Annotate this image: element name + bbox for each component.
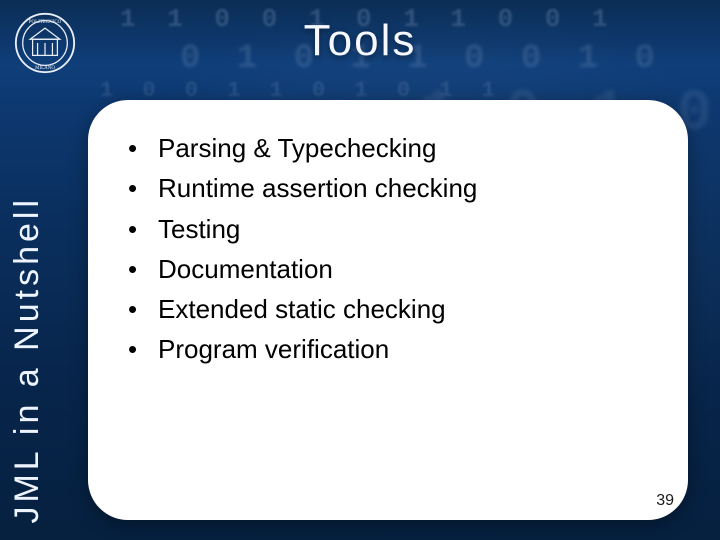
list-item: Extended static checking xyxy=(128,289,654,329)
list-item: Program verification xyxy=(128,329,654,369)
list-item: Documentation xyxy=(128,249,654,289)
bullet-list: Parsing & Typechecking Runtime assertion… xyxy=(128,128,654,370)
list-item: Runtime assertion checking xyxy=(128,168,654,208)
section-label: JML in a Nutshell xyxy=(8,196,47,524)
content-panel: Parsing & Typechecking Runtime assertion… xyxy=(88,100,688,520)
slide: 1 1 0 0 1 0 1 1 0 0 1 0 1 0 1 1 0 0 1 0 … xyxy=(0,0,720,540)
svg-text:MILANO: MILANO xyxy=(35,66,55,71)
slide-title: Tools xyxy=(0,16,720,66)
list-item: Parsing & Typechecking xyxy=(128,128,654,168)
list-item: Testing xyxy=(128,209,654,249)
page-number: 39 xyxy=(656,492,674,510)
